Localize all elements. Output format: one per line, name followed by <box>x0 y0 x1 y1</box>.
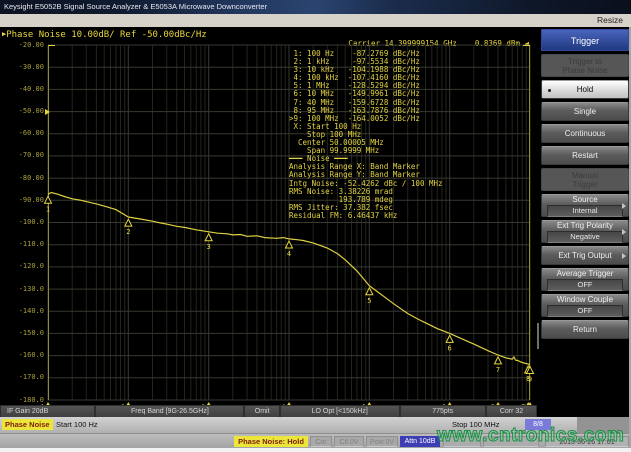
y-axis-tick: -50.00 <box>0 107 44 115</box>
softkey-return[interactable]: Return <box>541 320 629 339</box>
y-axis-tick: -110.0 <box>0 240 44 248</box>
selected-radio-icon <box>548 89 551 92</box>
svg-text:4: 4 <box>287 250 291 258</box>
ref-level-pointer-icon <box>45 109 94 115</box>
menu-bar: Resize <box>0 14 631 28</box>
softkey-ext-trig-output[interactable]: Ext Trig Output <box>541 246 629 265</box>
softkey-manual-trigger: ManualTrigger <box>541 168 629 191</box>
softkey-buttons: Trigger toPhase Noise Hold Single Continuou… <box>541 54 629 339</box>
y-axis-tick: -40.00 <box>0 85 44 93</box>
svg-text:2: 2 <box>126 228 130 236</box>
softkey-panel: Trigger Trigger toPhase Noise Hold Single C… <box>537 27 631 417</box>
y-axis-tick: -150.0 <box>0 329 44 337</box>
y-axis-tick: -140.0 <box>0 307 44 315</box>
y-axis-tick: -20.00 <box>0 41 44 49</box>
y-axis-tick: -80.00 <box>0 174 44 182</box>
svg-text:6: 6 <box>448 344 452 352</box>
y-axis-tick: -160.0 <box>0 351 44 359</box>
window-bottom-edge <box>0 448 631 452</box>
mode-chip: Phase Noise <box>2 419 53 430</box>
submenu-arrow-icon <box>622 253 626 259</box>
softkey-hold[interactable]: Hold <box>541 80 629 99</box>
watermark: www.cntronics.com <box>437 425 624 447</box>
softkey-trigger-to-phase-noise: Trigger toPhase Noise <box>541 54 629 77</box>
softkey-ext-trig-polarity[interactable]: Ext Trig PolarityNegative <box>541 220 629 243</box>
status-ctl: Ctl 0V <box>334 436 364 447</box>
y-axis-tick: -180.0 <box>0 396 44 404</box>
menu-resize[interactable]: Resize <box>597 15 623 25</box>
y-axis-tick: -90.00 <box>0 196 44 204</box>
trace-scale-label: ▶Phase Noise 10.00dB/ Ref -50.00dBc/Hz <box>2 30 207 40</box>
attenuator-chip: Attn 10dB <box>400 436 440 447</box>
instrument-screen: ▶Phase Noise 10.00dB/ Ref -50.00dBc/Hz C… <box>0 27 537 417</box>
window-title: Keysight E5052B Signal Source Analyzer &… <box>0 2 267 11</box>
measurement-status-chip: Phase Noise: Hold <box>234 436 308 447</box>
status-pow: Pow 0V <box>366 436 398 447</box>
marker-readout-table: 1: 100 Hz -87.2769 dBc/Hz 2: 1 kHz -97.5… <box>289 50 443 220</box>
y-axis-tick: -100.0 <box>0 218 44 226</box>
hw-status-2: Omit <box>245 406 278 417</box>
window-titlebar[interactable]: Keysight E5052B Signal Source Analyzer &… <box>0 0 631 14</box>
sweep-start-label: Start 100 Hz <box>56 419 98 430</box>
svg-text:1: 1 <box>46 205 50 213</box>
svg-text:3: 3 <box>207 243 211 251</box>
submenu-arrow-icon <box>622 203 626 209</box>
y-axis-tick: -130.0 <box>0 285 44 293</box>
hw-status-3: LO Opt [<150kHz] <box>281 406 399 417</box>
submenu-arrow-icon <box>622 229 626 235</box>
y-axis-tick: -170.0 <box>0 373 44 381</box>
softkey-restart[interactable]: Restart <box>541 146 629 165</box>
svg-text:5: 5 <box>367 297 371 305</box>
svg-text:7: 7 <box>496 366 500 374</box>
softkey-source[interactable]: SourceInternal <box>541 194 629 217</box>
softkey-window-couple[interactable]: Window CoupleOFF <box>541 294 629 317</box>
svg-text:9: 9 <box>528 376 532 384</box>
y-axis-tick: -30.00 <box>0 63 44 71</box>
hw-status-bar: IF Gain 20dBFreq Band [9G-26.5GHz]OmitLO… <box>0 405 537 417</box>
hw-status-4: 775pts <box>401 406 485 417</box>
softkey-continuous[interactable]: Continuous <box>541 124 629 143</box>
y-axis-tick: -60.00 <box>0 129 44 137</box>
hw-status-5: Corr 32 <box>487 406 536 417</box>
hw-status-0: IF Gain 20dB <box>1 406 94 417</box>
hw-status-1: Freq Band [9G-26.5GHz] <box>96 406 243 417</box>
softkey-average-trigger[interactable]: Average TriggerOFF <box>541 268 629 291</box>
y-axis-tick: -120.0 <box>0 262 44 270</box>
softkey-menu-title: Trigger <box>541 29 629 51</box>
panel-scrollbar[interactable] <box>537 323 539 349</box>
y-axis-tick: -70.00 <box>0 151 44 159</box>
status-cor: Cor <box>310 436 332 447</box>
softkey-single[interactable]: Single <box>541 102 629 121</box>
